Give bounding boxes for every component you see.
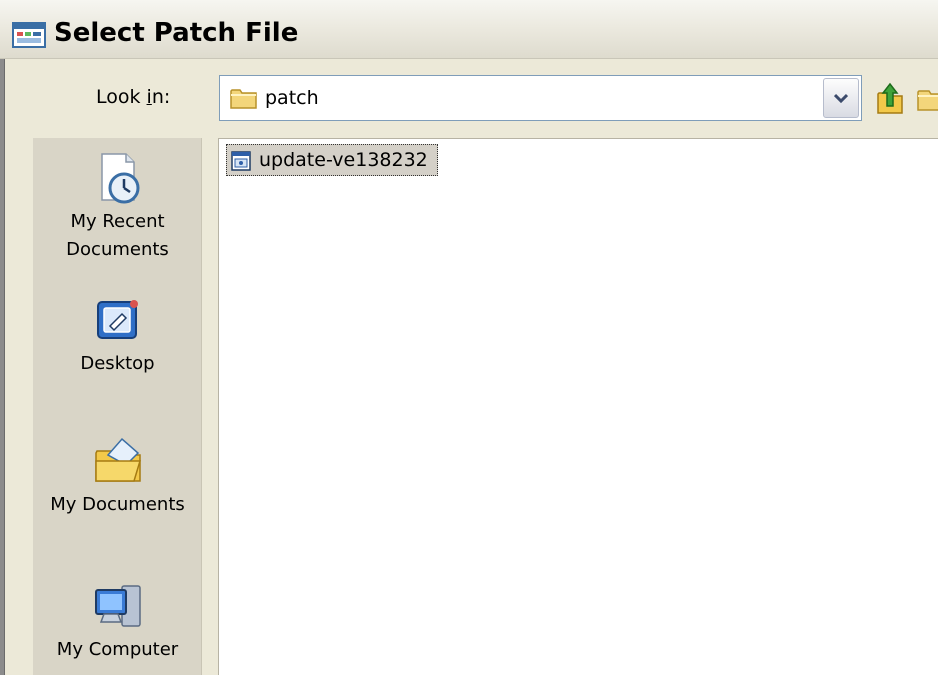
place-label: My Recent <box>70 211 165 232</box>
place-label: My Documents <box>50 494 185 515</box>
desktop-icon <box>96 300 138 339</box>
select-patch-file-dialog: Select Patch File Look in: patch My Rece… <box>0 0 938 675</box>
file-name: update-ve138232 <box>259 149 428 171</box>
window-left-border <box>0 59 5 675</box>
up-one-level-icon[interactable] <box>872 80 906 116</box>
window-title: Select Patch File <box>54 18 299 48</box>
places-bar: My Recent Documents Desktop My Documents <box>33 138 202 675</box>
file-item-selected[interactable]: update-ve138232 <box>226 144 438 176</box>
place-label: My Computer <box>56 639 179 660</box>
look-in-dropdown[interactable]: patch <box>219 75 862 121</box>
title-bar[interactable]: Select Patch File <box>0 0 938 59</box>
file-list[interactable]: update-ve138232 <box>218 138 938 675</box>
place-label: Documents <box>66 239 169 260</box>
app-window-icon <box>12 22 46 48</box>
dropdown-arrow-button[interactable] <box>823 78 859 118</box>
current-folder-name: patch <box>265 87 319 109</box>
place-label: Desktop <box>80 353 155 374</box>
place-my-computer[interactable]: My Computer <box>33 576 202 664</box>
place-desktop[interactable]: Desktop <box>33 290 202 378</box>
look-in-label: Look in: <box>96 86 171 108</box>
folder-icon <box>230 89 257 109</box>
my-computer-icon <box>94 585 141 627</box>
place-my-documents[interactable]: My Documents <box>33 431 202 519</box>
recent-documents-icon <box>100 153 139 204</box>
place-my-recent-documents[interactable]: My Recent Documents <box>33 148 202 264</box>
new-folder-icon[interactable] <box>915 82 938 114</box>
chevron-down-icon <box>834 93 848 104</box>
my-documents-icon <box>94 437 141 482</box>
executable-file-icon <box>231 151 251 171</box>
